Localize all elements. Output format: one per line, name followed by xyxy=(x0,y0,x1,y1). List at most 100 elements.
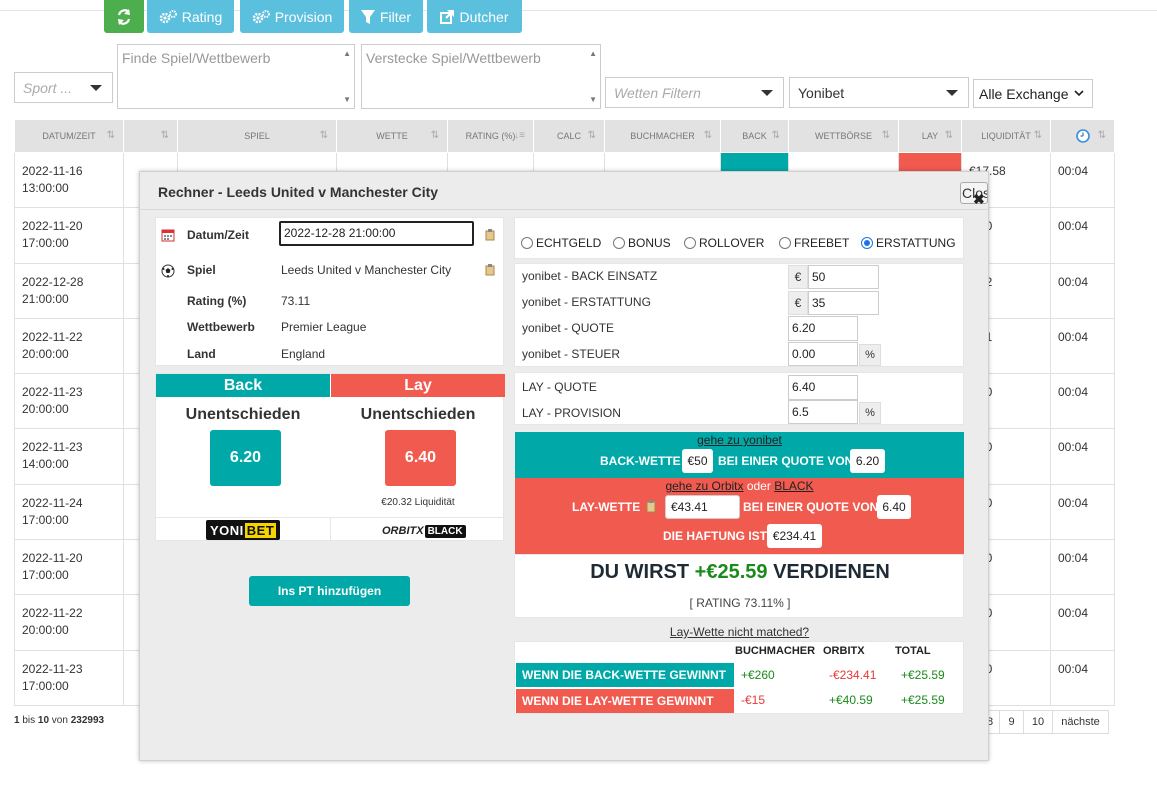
bookie-odds-input[interactable]: 6.20 xyxy=(788,316,858,341)
column-header[interactable]: ⇅ xyxy=(123,119,178,153)
calendar-icon xyxy=(161,229,175,242)
refund-input[interactable]: 35 xyxy=(808,291,879,315)
sort-icon[interactable]: ⇅ xyxy=(945,130,953,141)
table-cell: 00:04 xyxy=(1050,373,1115,430)
column-header[interactable]: DATUM/ZEIT ⇅ xyxy=(14,119,124,153)
orbitx-logo[interactable]: ORBITX BLACK xyxy=(382,522,466,540)
column-header[interactable]: WETTBÖRSE ⇅ xyxy=(788,119,899,153)
column-header[interactable]: LAY ⇅ xyxy=(898,119,962,153)
bet-type-radio-freebet[interactable]: FREEBET xyxy=(779,236,849,250)
dutcher-button-label: Dutcher xyxy=(459,8,509,25)
copy-icon[interactable] xyxy=(485,229,496,241)
scroll-up-icon[interactable]: ▲ xyxy=(343,49,351,58)
radio-circle[interactable] xyxy=(779,237,791,249)
pagination: 8 9 10 nächste xyxy=(980,710,1109,734)
column-header[interactable]: BACK ⇅ xyxy=(720,119,789,153)
sort-icon[interactable]: ⇅ xyxy=(161,130,169,141)
table-cell: 2022-11-24 17:00:00 xyxy=(14,483,124,541)
not-matched-link[interactable]: Lay-Wette nicht matched? xyxy=(515,625,964,639)
radio-circle[interactable] xyxy=(521,237,533,249)
sort-icon[interactable]: ⇅ xyxy=(320,130,328,141)
bet-type-radio-erstattung[interactable]: ERSTATTUNG xyxy=(861,236,956,250)
provision-button[interactable]: Provision xyxy=(240,0,344,33)
bets-filter-select[interactable]: Wetten Filtern xyxy=(605,77,784,108)
rating-button[interactable]: Rating xyxy=(147,0,234,33)
refresh-button[interactable] xyxy=(104,0,144,33)
back-odds-button[interactable]: 6.20 xyxy=(210,430,281,486)
header-clock[interactable]: ⇅ xyxy=(1050,119,1115,153)
radio-circle[interactable] xyxy=(861,237,873,249)
rating-value: 73.11 xyxy=(281,294,311,308)
page-9-button[interactable]: 9 xyxy=(999,710,1024,734)
column-header[interactable]: WETTE ⇅ xyxy=(336,119,448,153)
column-header[interactable]: RATING (%) ↓≡ xyxy=(447,119,534,153)
sort-icon[interactable]: ⇅ xyxy=(107,130,115,141)
outcome-back-total: +€25.59 xyxy=(901,668,945,682)
odds-panel: Back Lay Unentschieden Unentschieden 6.2… xyxy=(155,373,505,542)
sort-icon[interactable]: ⇅ xyxy=(882,130,890,141)
sort-icon[interactable]: ⇅ xyxy=(431,130,439,141)
goto-exchange-line: gehe zu Orbitx oder BLACK xyxy=(515,479,964,493)
hide-game-input[interactable]: Verstecke Spiel/Wettbewerb ▲ ▼ xyxy=(361,44,601,109)
divider xyxy=(330,517,331,542)
stake-input[interactable]: 50 xyxy=(808,265,879,289)
filter-button[interactable]: Filter xyxy=(349,0,423,33)
goto-bookie-link[interactable]: gehe zu yonibet xyxy=(515,433,964,447)
sort-icon[interactable]: ↓≡ xyxy=(514,130,525,141)
commission-input[interactable]: 6.5 xyxy=(788,400,858,424)
row-age: 00:04 xyxy=(1058,606,1089,621)
column-header[interactable]: LIQUIDITÄT ⇅ xyxy=(961,119,1051,153)
row-date: 2022-11-22 xyxy=(22,329,83,344)
next-page-button[interactable]: nächste xyxy=(1052,710,1109,734)
scroll-up-icon[interactable]: ▲ xyxy=(589,49,597,58)
yonibet-logo[interactable]: YONI BET xyxy=(206,520,281,540)
datetime-input[interactable]: 2022-12-28 21:00:00 xyxy=(279,221,474,246)
close-icon[interactable]: ✖ xyxy=(973,191,985,208)
row-time: 20:00:00 xyxy=(22,346,69,361)
country-label: Land xyxy=(187,347,216,361)
sort-icon[interactable]: ⇅ xyxy=(772,130,780,141)
column-header-label: RATING (%) xyxy=(465,131,516,141)
page-10-button[interactable]: 10 xyxy=(1023,710,1053,734)
bet-type-radio-rollover[interactable]: ROLLOVER xyxy=(684,236,764,250)
gears-icon xyxy=(252,9,270,23)
sort-icon[interactable]: ⇅ xyxy=(1098,130,1106,141)
orbitx-link[interactable]: Orbitx xyxy=(711,479,743,493)
dutcher-button[interactable]: Dutcher xyxy=(427,0,522,33)
lay-stake-value[interactable]: €43.41 xyxy=(665,495,740,519)
sort-icon[interactable]: ⇅ xyxy=(1034,130,1042,141)
lay-odds-button[interactable]: 6.40 xyxy=(385,430,456,486)
game-value: Leeds United v Manchester City xyxy=(281,263,452,277)
black-link[interactable]: BLACK xyxy=(774,479,813,493)
column-header[interactable]: CALC ⇅ xyxy=(533,119,605,153)
yonibet-logo-b: BET xyxy=(244,522,277,538)
radio-circle[interactable] xyxy=(613,237,625,249)
radio-circle[interactable] xyxy=(684,237,696,249)
exchange-select[interactable]: Alle Exchange xyxy=(973,79,1093,108)
add-to-pt-button[interactable]: Ins PT hinzufügen xyxy=(249,576,410,606)
table-cell: 2022-11-20 17:00:00 xyxy=(14,539,124,596)
copy-icon[interactable] xyxy=(646,499,657,513)
tax-input[interactable]: 0.00 xyxy=(788,342,858,366)
copy-icon[interactable] xyxy=(485,264,496,276)
column-header[interactable]: BUCHMACHER ⇅ xyxy=(604,119,721,153)
percent-addon: % xyxy=(859,344,881,366)
scroll-down-icon[interactable]: ▼ xyxy=(589,95,597,104)
pagination-info: 1 bis 10 von 232993 xyxy=(14,715,104,726)
scroll-down-icon[interactable]: ▼ xyxy=(343,95,351,104)
lay-liquidity: €20.32 Liquidität xyxy=(381,497,455,508)
outcome-lay-exchange: +€40.59 xyxy=(829,693,873,707)
sport-select[interactable]: Sport ... xyxy=(14,72,113,103)
row-age: 00:04 xyxy=(1058,164,1089,178)
sort-icon[interactable]: ⇅ xyxy=(588,130,596,141)
bet-type-radio-bonus[interactable]: BONUS xyxy=(613,236,671,250)
bet-type-radio-echtgeld[interactable]: ECHTGELD xyxy=(521,236,601,250)
sort-icon[interactable]: ⇅ xyxy=(704,130,712,141)
find-game-input[interactable]: Finde Spiel/Wettbewerb ▲ ▼ xyxy=(117,44,355,109)
row-age: 00:04 xyxy=(1058,495,1089,510)
row-time: 17:00:00 xyxy=(22,568,69,583)
outcome-back-exchange: -€234.41 xyxy=(829,668,877,682)
column-header[interactable]: SPIEL ⇅ xyxy=(177,119,337,153)
lay-odds-input[interactable]: 6.40 xyxy=(788,375,858,400)
bookmaker-select[interactable]: Yonibet xyxy=(789,77,969,108)
